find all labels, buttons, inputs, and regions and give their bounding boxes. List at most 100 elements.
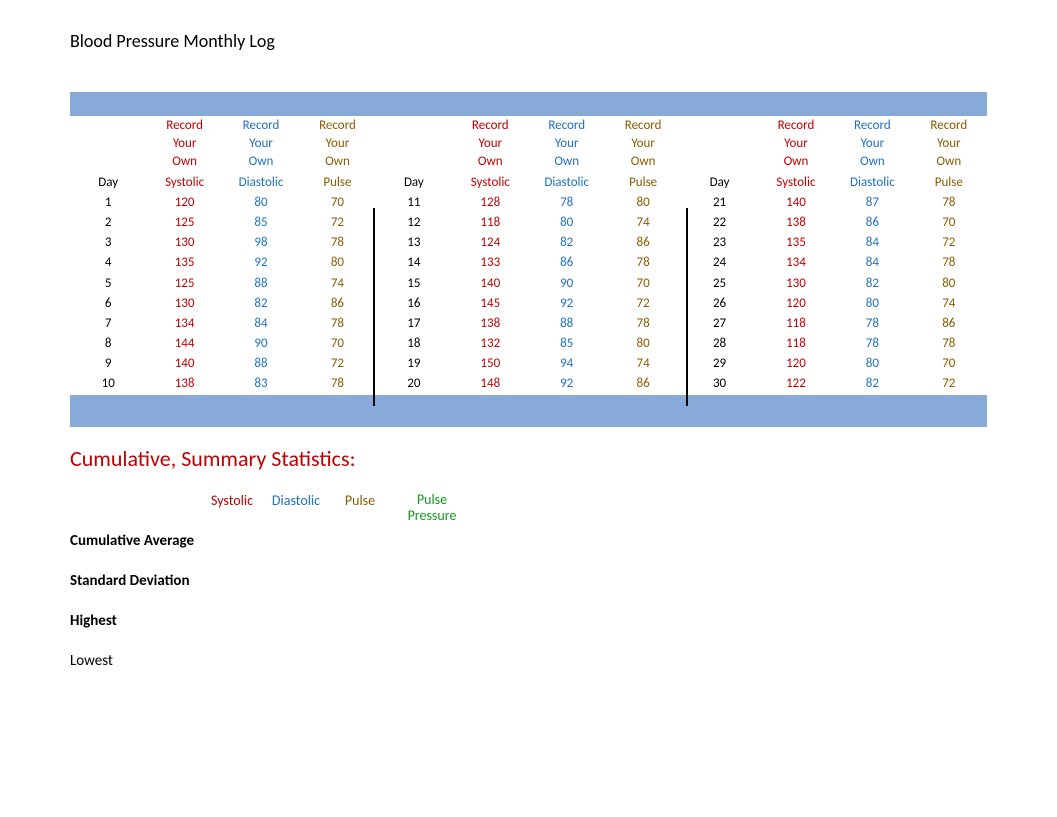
cell-diastolic: 82 <box>528 233 604 253</box>
cell-day: 27 <box>681 314 757 334</box>
table-row: 211408778 <box>681 193 987 213</box>
cell-systolic: 134 <box>146 314 222 334</box>
col-day: Day <box>681 173 757 193</box>
cell-diastolic: 88 <box>528 314 604 334</box>
table-row: 81449070 <box>70 334 376 354</box>
cell-pulse: 80 <box>299 253 375 273</box>
cell-diastolic: 82 <box>223 294 299 314</box>
cell-day: 30 <box>681 374 757 394</box>
cell-pulse: 80 <box>605 334 681 354</box>
cell-diastolic: 84 <box>223 314 299 334</box>
cell-diastolic: 86 <box>528 253 604 273</box>
col-header-sys: RecordYourOwn <box>452 116 528 173</box>
cell-pulse: 78 <box>299 233 375 253</box>
table-row: 31309878 <box>70 233 376 253</box>
cell-pulse: 70 <box>605 274 681 294</box>
cell-diastolic: 80 <box>834 294 910 314</box>
cell-day: 14 <box>376 253 452 273</box>
col-day: Day <box>376 173 452 193</box>
col-systolic: Systolic <box>452 173 528 193</box>
cell-day: 24 <box>681 253 757 273</box>
cell-pulse: 78 <box>911 253 987 273</box>
stats-col-diastolic: Diastolic <box>264 492 328 524</box>
cell-pulse: 70 <box>911 213 987 233</box>
cell-pulse: 80 <box>911 274 987 294</box>
cell-diastolic: 84 <box>834 233 910 253</box>
cell-pulse: 78 <box>605 253 681 273</box>
cell-pulse: 72 <box>299 213 375 233</box>
cell-diastolic: 82 <box>834 274 910 294</box>
cell-day: 23 <box>681 233 757 253</box>
cell-day: 1 <box>70 193 146 213</box>
cell-pulse: 72 <box>605 294 681 314</box>
cell-systolic: 140 <box>452 274 528 294</box>
summary-title: Cumulative, Summary Statistics: <box>70 445 987 472</box>
cell-pulse: 86 <box>299 294 375 314</box>
stat-lowest: Lowest <box>70 652 987 670</box>
cell-systolic: 138 <box>146 374 222 394</box>
col-header-dia: RecordYourOwn <box>834 116 910 173</box>
table-row: 271187886 <box>681 314 987 334</box>
cell-diastolic: 85 <box>223 213 299 233</box>
col-header-sys: RecordYourOwn <box>758 116 834 173</box>
cell-pulse: 72 <box>911 374 987 394</box>
table-row: 21258572 <box>70 213 376 233</box>
cell-systolic: 118 <box>758 334 834 354</box>
cell-diastolic: 92 <box>223 253 299 273</box>
cell-systolic: 135 <box>758 233 834 253</box>
cell-systolic: 140 <box>758 193 834 213</box>
cell-diastolic: 80 <box>528 213 604 233</box>
table-row: 151409070 <box>376 274 682 294</box>
cell-diastolic: 83 <box>223 374 299 394</box>
col-pulse: Pulse <box>605 173 681 193</box>
cell-systolic: 133 <box>452 253 528 273</box>
cell-pulse: 74 <box>911 294 987 314</box>
cell-systolic: 150 <box>452 354 528 374</box>
cell-pulse: 70 <box>299 193 375 213</box>
top-blue-bar <box>70 92 987 116</box>
cell-day: 15 <box>376 274 452 294</box>
cell-systolic: 138 <box>758 213 834 233</box>
cell-diastolic: 88 <box>223 354 299 374</box>
table-row: 101388378 <box>70 374 376 394</box>
cell-diastolic: 80 <box>834 354 910 374</box>
col-header-dia: RecordYourOwn <box>528 116 604 173</box>
cell-day: 28 <box>681 334 757 354</box>
cell-diastolic: 84 <box>834 253 910 273</box>
cell-day: 6 <box>70 294 146 314</box>
cell-systolic: 132 <box>452 334 528 354</box>
stats-col-pulse-pressure: Pulse Pressure <box>392 492 472 524</box>
col-pulse: Pulse <box>299 173 375 193</box>
cell-day: 8 <box>70 334 146 354</box>
cell-diastolic: 82 <box>834 374 910 394</box>
cell-systolic: 120 <box>758 354 834 374</box>
cell-pulse: 86 <box>605 233 681 253</box>
cell-pulse: 74 <box>299 274 375 294</box>
col-systolic: Systolic <box>758 173 834 193</box>
cell-diastolic: 85 <box>528 334 604 354</box>
table-row: 261208074 <box>681 294 987 314</box>
col-day: Day <box>70 173 146 193</box>
cell-systolic: 125 <box>146 274 222 294</box>
cell-diastolic: 94 <box>528 354 604 374</box>
decade-block: RecordYourOwnRecordYourOwnRecordYourOwnD… <box>681 116 987 395</box>
cell-pulse: 70 <box>299 334 375 354</box>
cell-pulse: 86 <box>911 314 987 334</box>
cell-day: 7 <box>70 314 146 334</box>
cell-day: 18 <box>376 334 452 354</box>
cell-pulse: 78 <box>605 314 681 334</box>
cell-diastolic: 90 <box>528 274 604 294</box>
cell-pulse: 86 <box>605 374 681 394</box>
table-row: 251308280 <box>681 274 987 294</box>
cell-day: 3 <box>70 233 146 253</box>
cell-systolic: 118 <box>452 213 528 233</box>
table-row: 231358472 <box>681 233 987 253</box>
log-tables: RecordYourOwnRecordYourOwnRecordYourOwnD… <box>70 116 987 395</box>
table-row: 11208070 <box>70 193 376 213</box>
table-row: 281187878 <box>681 334 987 354</box>
table-row: 171388878 <box>376 314 682 334</box>
cell-systolic: 120 <box>758 294 834 314</box>
table-row: 191509474 <box>376 354 682 374</box>
cell-diastolic: 98 <box>223 233 299 253</box>
cell-systolic: 148 <box>452 374 528 394</box>
